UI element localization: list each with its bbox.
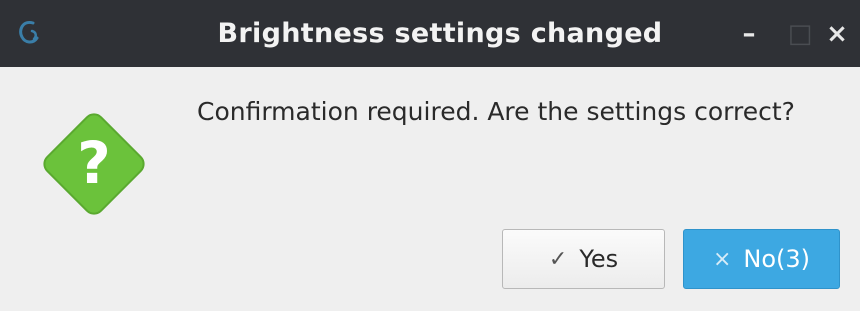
question-icon: ?	[43, 113, 145, 215]
window-title: Brightness settings changed	[217, 18, 663, 49]
no-button[interactable]: × No(3)	[683, 229, 840, 289]
close-x-icon: ×	[712, 246, 732, 272]
dialog-window: Brightness settings changed – □ × ? Conf…	[0, 0, 860, 311]
close-button[interactable]: ×	[823, 19, 851, 49]
yes-button-label: Yes	[579, 245, 619, 273]
dialog-message: Confirmation required. Are the settings …	[197, 97, 795, 126]
minimize-button[interactable]: –	[735, 19, 763, 49]
yes-button[interactable]: ✓ Yes	[502, 229, 665, 289]
no-button-label: No(3)	[743, 245, 811, 273]
titlebar[interactable]: Brightness settings changed – □ ×	[0, 0, 860, 67]
check-icon: ✓	[548, 246, 568, 272]
maximize-button[interactable]: □	[786, 19, 814, 49]
svg-text:?: ?	[77, 129, 111, 197]
